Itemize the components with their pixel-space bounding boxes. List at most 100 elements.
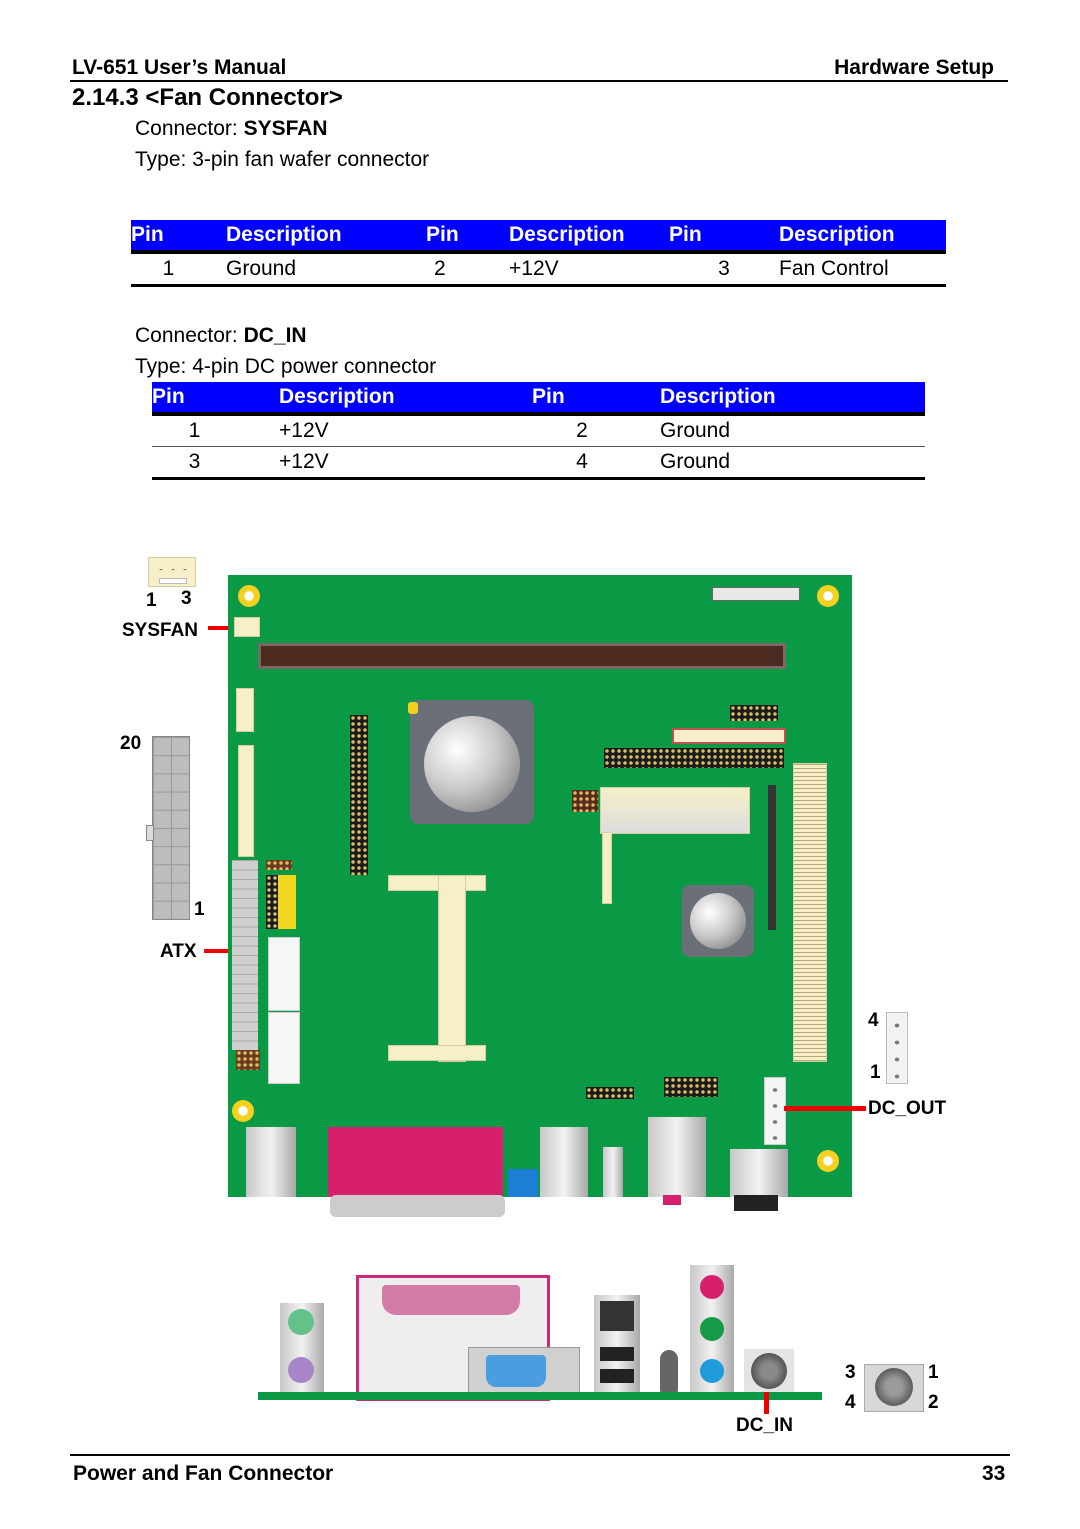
so-dimm-slot [258, 643, 786, 669]
manual-title: LV-651 User’s Manual [72, 56, 287, 79]
lvds-header [238, 745, 254, 857]
cap [408, 702, 418, 714]
col-description: Description [642, 382, 925, 416]
atx-callout-line [204, 949, 228, 953]
sysfan-callout-line [208, 626, 230, 630]
table-header-row: Pin Description Pin Description [152, 382, 925, 416]
dcout-callout-line [784, 1106, 866, 1111]
pin-cell: 2 [532, 414, 642, 447]
audio-pink-jack [700, 1275, 724, 1299]
mounting-hole [817, 585, 839, 607]
col-description: Description [779, 220, 946, 254]
table-row: 1 +12V 2 Ground [152, 414, 925, 447]
col-description: Description [257, 382, 532, 416]
description-cell: +12V [509, 252, 669, 287]
pin-header [730, 705, 778, 721]
lan-tab [663, 1195, 681, 1205]
atx-pin-1-label: 1 [194, 899, 205, 920]
description-cell: +12V [257, 414, 532, 447]
section-title: 2.14.3 <Fan Connector> [72, 84, 343, 111]
dcout-label: DC_OUT [868, 1098, 947, 1119]
dcout-pin-4-label: 4 [868, 1010, 879, 1031]
dc-out-connector [764, 1077, 786, 1145]
sodimm-bottom-rail [388, 1045, 486, 1061]
sysfan-connector-name: SYSFAN [243, 117, 328, 140]
audio-blue-jack [700, 1359, 724, 1383]
cf-rail [602, 832, 612, 904]
vga-port [486, 1355, 546, 1387]
dcout-connector-illustration [886, 1012, 908, 1084]
jumper-pins [266, 875, 278, 929]
description-cell: Ground [642, 414, 925, 447]
atx-latch [146, 825, 154, 841]
pin-cell: 3 [152, 446, 257, 480]
pin-header [586, 1087, 634, 1099]
pci-slot [793, 763, 827, 1062]
sysfan-type: Type: 3-pin fan wafer connector [135, 148, 430, 171]
page-header: LV-651 User’s Manual Hardware Setup [70, 56, 1008, 82]
usb-port [540, 1127, 588, 1197]
chipset [682, 885, 754, 957]
cpu-chip [410, 700, 534, 824]
dcin-connector-name: DC_IN [243, 324, 307, 347]
dc-jack-shell [734, 1195, 778, 1211]
dcin-pin-3-label: 3 [845, 1362, 856, 1383]
dcin-pin-1-label: 1 [928, 1362, 939, 1383]
dcin-pin-2-label: 2 [928, 1392, 939, 1413]
cf-card-slot [600, 787, 750, 834]
dc-in-jack [730, 1149, 788, 1197]
connector-label: Connector: [135, 117, 244, 140]
pin-dots [155, 568, 189, 571]
ide-header [604, 748, 784, 768]
mounting-hole [232, 1100, 254, 1122]
sysfan-label: SYSFAN [122, 620, 199, 641]
sysfan-pin-table: Pin Description Pin Description Pin Desc… [131, 220, 946, 287]
fdd-connector [672, 728, 786, 744]
audio-green-jack [700, 1317, 724, 1341]
atx-connector-illustration [152, 736, 190, 920]
col-pin: Pin [152, 382, 257, 416]
sodimm-slot-2 [438, 875, 466, 1062]
pin-cell: 3 [669, 252, 779, 287]
cpu-die [424, 716, 520, 812]
dcin-type: Type: 4-pin DC power connector [135, 355, 437, 378]
connector-label: Connector: [135, 324, 244, 347]
jumper [266, 860, 292, 870]
col-pin: Pin [532, 382, 642, 416]
sodimm-top-rail [388, 875, 486, 891]
vga-latch [508, 1169, 538, 1197]
small-header [236, 688, 254, 732]
cf-eject [768, 785, 776, 930]
ps2-port [246, 1127, 296, 1197]
pin-cell: 1 [131, 252, 226, 287]
ps2-mouse-port [288, 1309, 314, 1335]
dcout-pin-1-label: 1 [870, 1062, 881, 1083]
description-cell: Ground [642, 446, 925, 480]
sysfan-header [234, 617, 260, 637]
parallel-db25 [382, 1285, 520, 1315]
table-row: 1 Ground 2 +12V 3 Fan Control [131, 252, 946, 287]
top-connector [712, 587, 800, 601]
sysfan-connector-line: Connector: SYSFAN [135, 117, 328, 141]
header-section: Hardware Setup [834, 56, 994, 79]
mounting-hole [238, 585, 260, 607]
atx-label: ATX [160, 941, 197, 962]
pin-cell: 4 [532, 446, 642, 480]
parallel-port [328, 1127, 503, 1197]
com-header [268, 937, 300, 1011]
mounting-hole [817, 1150, 839, 1172]
lan-port [648, 1117, 706, 1197]
dcin-connector-illustration [864, 1364, 924, 1412]
audio-jack [603, 1147, 623, 1197]
pin-header [664, 1077, 718, 1097]
table-row: 3 +12V 4 Ground [152, 446, 925, 480]
ps2-keyboard-port [288, 1357, 314, 1383]
jumper [572, 790, 598, 812]
audio-jack [660, 1350, 678, 1394]
dcin-label: DC_IN [736, 1415, 794, 1436]
col-pin: Pin [131, 220, 226, 254]
table-header-row: Pin Description Pin Description Pin Desc… [131, 220, 946, 254]
jumper [236, 1050, 260, 1070]
motherboard-diagram [228, 575, 852, 1197]
usb-port [600, 1347, 634, 1361]
